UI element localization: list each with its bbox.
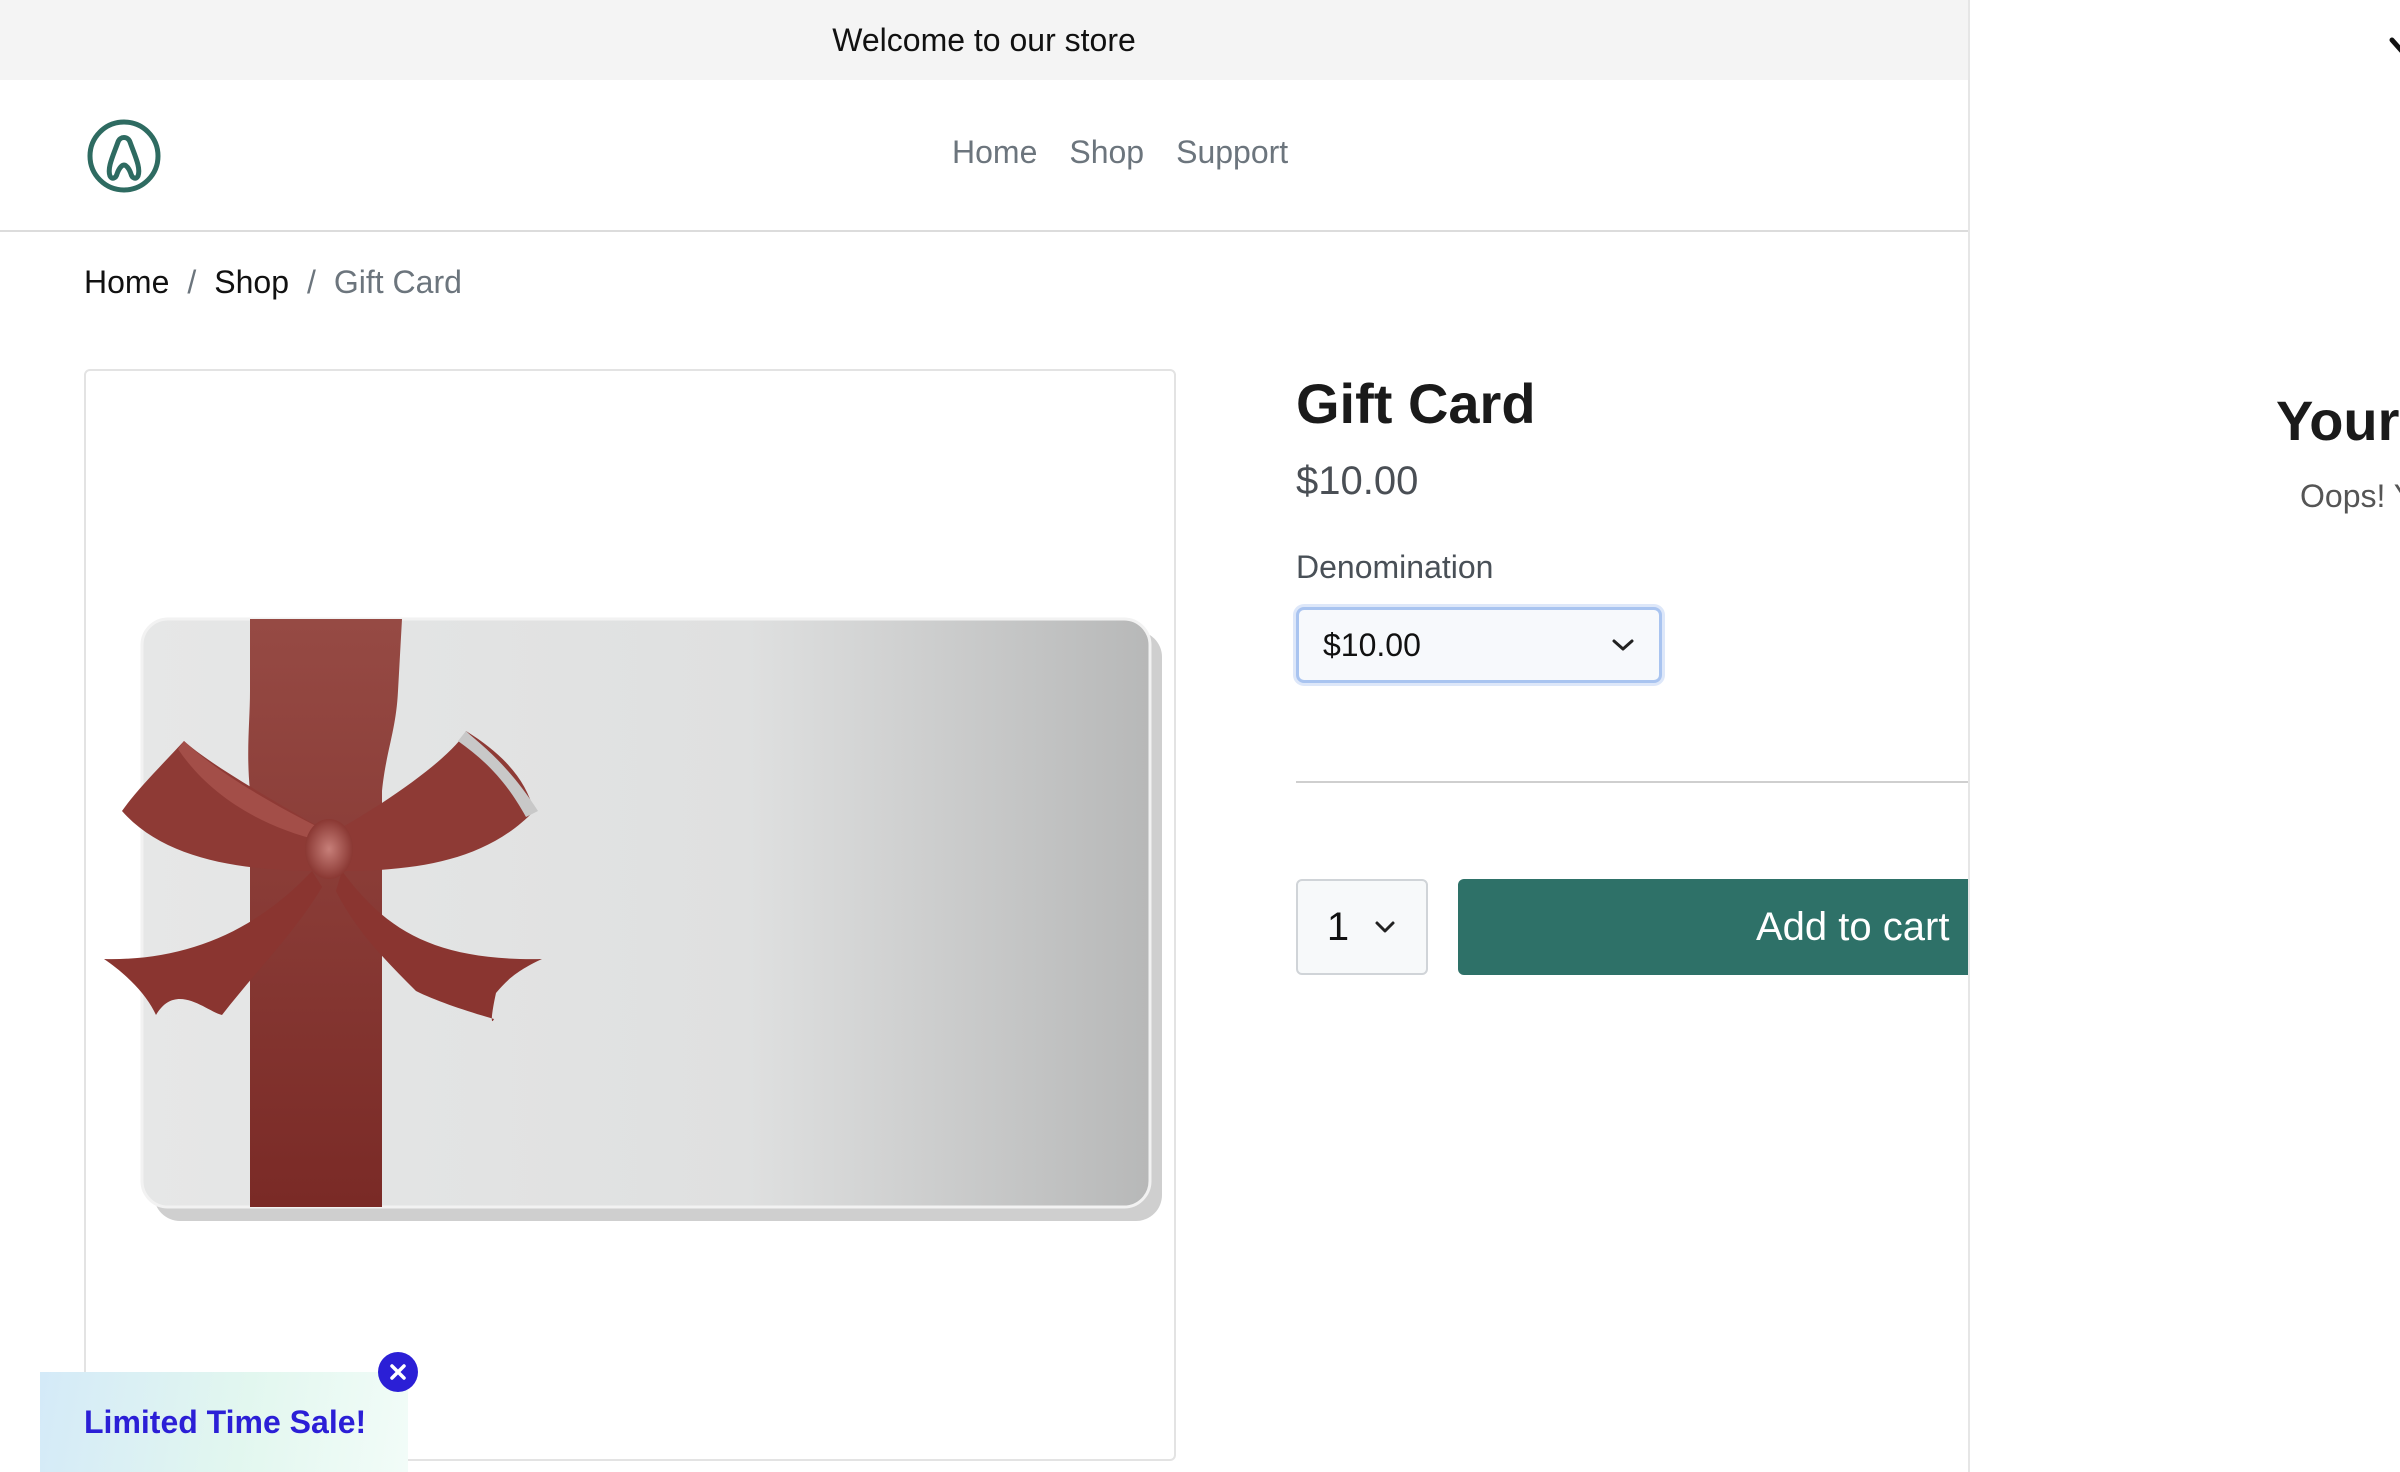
logo-icon[interactable]: [86, 118, 162, 194]
breadcrumb: Home / Shop / Gift Card: [84, 264, 462, 301]
breadcrumb-shop[interactable]: Shop: [214, 264, 289, 301]
promo-text: Limited Time Sale!: [84, 1403, 367, 1440]
close-icon: [390, 1364, 406, 1380]
breadcrumb-home[interactable]: Home: [84, 264, 169, 301]
cart-drawer: Your Oops! Y: [1968, 0, 2400, 1472]
add-to-cart-button[interactable]: Add to cart: [1458, 879, 1968, 975]
product-image[interactable]: [84, 369, 1176, 1461]
divider: [1296, 781, 1968, 783]
breadcrumb-current: Gift Card: [333, 264, 462, 300]
denomination-value: $10.00: [1323, 626, 1421, 663]
announcement-bar: Welcome to our store: [0, 0, 1968, 80]
breadcrumb-separator: /: [187, 264, 197, 300]
nav-link-support[interactable]: Support: [1176, 134, 1288, 171]
cart-drawer-title: Your: [2276, 389, 2400, 452]
store-page: Welcome to our store Home Shop Support H…: [0, 0, 1968, 1472]
product-title: Gift Card: [1296, 372, 1536, 435]
breadcrumb-separator: /: [306, 264, 316, 300]
add-to-cart-label: Add to cart: [1756, 904, 1950, 949]
gift-card-image: [104, 617, 1162, 1221]
site-header: Home Shop Support: [0, 80, 1968, 232]
nav-link-home[interactable]: Home: [952, 134, 1037, 171]
quantity-value: 1: [1326, 904, 1350, 949]
chevron-down-icon: [1375, 921, 1395, 933]
nav-link-shop[interactable]: Shop: [1069, 134, 1144, 171]
chevron-down-icon: [1612, 639, 1634, 651]
cart-empty-message: Oops! Y: [2300, 478, 2400, 514]
promo-banner[interactable]: Limited Time Sale!: [40, 1372, 408, 1472]
close-icon[interactable]: [2388, 36, 2400, 70]
quantity-select[interactable]: 1: [1296, 879, 1428, 975]
main-nav: Home Shop Support: [952, 134, 1288, 171]
announcement-text: Welcome to our store: [832, 21, 1136, 58]
variant-label: Denomination: [1296, 549, 1494, 585]
promo-close-button[interactable]: [378, 1352, 418, 1392]
denomination-select[interactable]: $10.00: [1296, 607, 1662, 683]
page: Welcome to our store Home Shop Support H…: [0, 0, 2400, 1472]
product-price: $10.00: [1296, 459, 1419, 503]
product-details: Gift Card $10.00 Denomination $10.00 1 A…: [1296, 369, 1968, 975]
